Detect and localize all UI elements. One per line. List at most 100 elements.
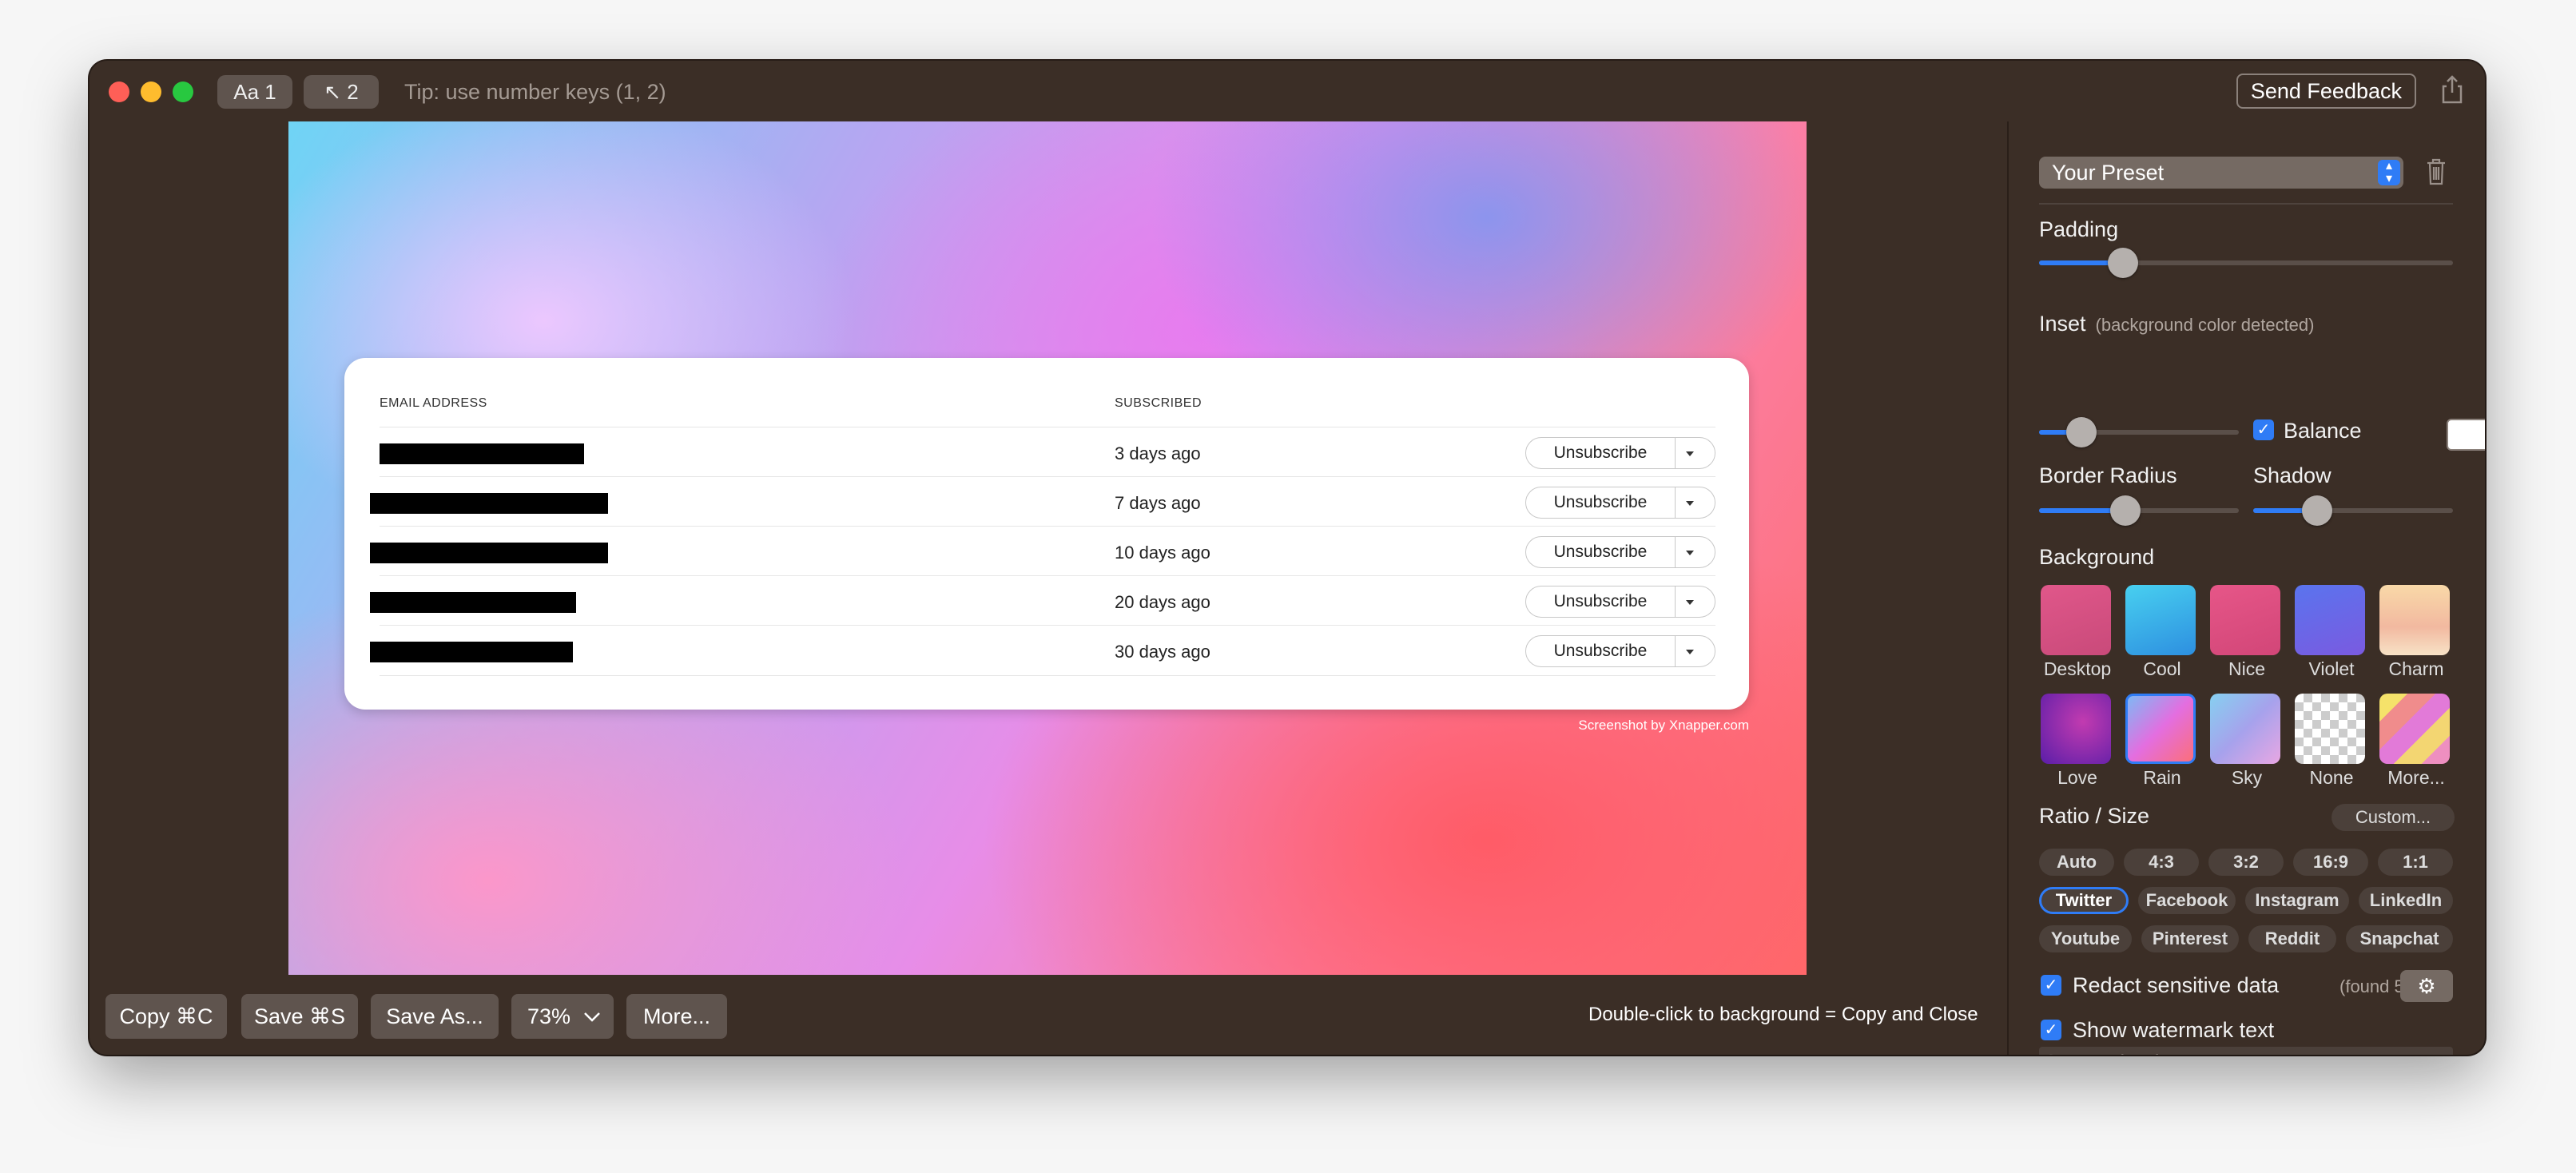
background-love[interactable]: Love xyxy=(2041,694,2114,789)
save-button[interactable]: Save ⌘S xyxy=(241,994,358,1039)
ratio-4-3[interactable]: 4:3 xyxy=(2124,849,2199,876)
chevron-down-icon[interactable] xyxy=(1686,600,1694,605)
zoom-window-button[interactable] xyxy=(173,82,193,102)
border-radius-slider[interactable] xyxy=(2039,495,2239,526)
desktop-swatch xyxy=(2041,585,2111,655)
inset-label: Inset xyxy=(2039,312,2086,336)
inset-label-line: Inset (background color detected) xyxy=(2039,312,2314,336)
background-sky[interactable]: Sky xyxy=(2210,694,2284,789)
title-bar: Aa 1 ↖ 2 Tip: use number keys (1, 2) Sen… xyxy=(89,61,2485,121)
more-button[interactable]: More... xyxy=(626,994,727,1039)
size-youtube[interactable]: Youtube xyxy=(2039,925,2132,952)
unsubscribe-label: Unsubscribe xyxy=(1553,493,1648,511)
inset-color-well[interactable] xyxy=(2447,419,2485,451)
redact-found-count: (found 5) xyxy=(2339,976,2411,996)
unsubscribe-label: Unsubscribe xyxy=(1553,443,1648,462)
background-none[interactable]: None xyxy=(2295,694,2368,789)
chevron-down-icon[interactable] xyxy=(1686,451,1694,456)
charm-swatch xyxy=(2379,585,2450,655)
more-swatch xyxy=(2379,694,2450,764)
chevron-down-icon[interactable] xyxy=(1686,551,1694,555)
subscribed-date: 10 days ago xyxy=(1115,543,1210,563)
slider-knob[interactable] xyxy=(2065,417,2097,447)
close-window-button[interactable] xyxy=(109,82,129,102)
table-row: 7 days ago Unsubscribe xyxy=(370,476,1715,527)
size-twitter[interactable]: Twitter xyxy=(2039,887,2129,914)
share-icon[interactable] xyxy=(2439,74,2466,105)
ratio-3-2[interactable]: 3:2 xyxy=(2208,849,2284,876)
redacted-email xyxy=(370,642,573,662)
size-reddit[interactable]: Reddit xyxy=(2248,925,2336,952)
balance-checkbox[interactable]: ✓ xyxy=(2253,419,2274,440)
sky-swatch xyxy=(2210,694,2280,764)
padding-slider[interactable] xyxy=(2039,248,2453,278)
redact-settings-button[interactable]: ⚙ xyxy=(2400,970,2453,1002)
unsubscribe-button[interactable]: Unsubscribe xyxy=(1525,536,1715,568)
background-label-none: None xyxy=(2309,767,2354,788)
background-label-love: Love xyxy=(2057,767,2097,788)
background-cool[interactable]: Cool xyxy=(2125,585,2199,680)
background-nice[interactable]: Nice xyxy=(2210,585,2284,680)
watermark-text-field[interactable]: Screenshot by Xnapper.com xyxy=(2039,1047,2453,1055)
size-instagram[interactable]: Instagram xyxy=(2245,887,2349,914)
background-label-more: More... xyxy=(2387,767,2445,788)
app-window: Aa 1 ↖ 2 Tip: use number keys (1, 2) Sen… xyxy=(89,61,2485,1055)
background-label-cool: Cool xyxy=(2143,658,2181,679)
subscribed-date: 3 days ago xyxy=(1115,443,1201,463)
minimize-window-button[interactable] xyxy=(141,82,161,102)
subscribed-date: 20 days ago xyxy=(1115,592,1210,612)
background-desktop[interactable]: Desktop xyxy=(2041,585,2114,680)
send-feedback-button[interactable]: Send Feedback xyxy=(2236,74,2416,109)
custom-size-button[interactable]: Custom... xyxy=(2332,804,2455,831)
size-pinterest[interactable]: Pinterest xyxy=(2141,925,2239,952)
background-violet[interactable]: Violet xyxy=(2295,585,2368,680)
arrow-tool-button[interactable]: ↖ 2 xyxy=(304,75,379,109)
ratio-16-9[interactable]: 16:9 xyxy=(2293,849,2368,876)
preset-select[interactable]: Your Preset ▴ ▾ xyxy=(2039,157,2403,189)
ratio-1-1[interactable]: 1:1 xyxy=(2378,849,2453,876)
chevron-down-icon[interactable] xyxy=(1686,650,1694,654)
watermark-text: Screenshot by Xnapper.com xyxy=(1578,718,1749,733)
ratio-auto[interactable]: Auto xyxy=(2039,849,2114,876)
copy-button[interactable]: Copy ⌘C xyxy=(105,994,227,1039)
zoom-dropdown[interactable]: 73% xyxy=(511,994,614,1039)
watermark-checkbox[interactable]: ✓ xyxy=(2041,1020,2061,1040)
slider-knob[interactable] xyxy=(2110,495,2141,526)
background-more[interactable]: More... xyxy=(2379,694,2453,789)
slider-knob[interactable] xyxy=(2302,495,2333,526)
unsubscribe-label: Unsubscribe xyxy=(1553,543,1648,561)
trash-icon[interactable] xyxy=(2424,157,2448,187)
redacted-email xyxy=(370,493,608,514)
size-linkedin[interactable]: LinkedIn xyxy=(2359,887,2453,914)
button-separator xyxy=(1675,487,1676,518)
shadow-label: Shadow xyxy=(2253,463,2332,487)
text-tool-button[interactable]: Aa 1 xyxy=(217,75,292,109)
size-facebook[interactable]: Facebook xyxy=(2138,887,2236,914)
background-charm[interactable]: Charm xyxy=(2379,585,2453,680)
save-as-button[interactable]: Save As... xyxy=(371,994,499,1039)
double-click-hint: Double-click to background = Copy and Cl… xyxy=(1588,1004,1978,1025)
redact-checkbox[interactable]: ✓ xyxy=(2041,975,2061,996)
table-row: 3 days ago Unsubscribe xyxy=(380,427,1715,477)
unsubscribe-button[interactable]: Unsubscribe xyxy=(1525,437,1715,469)
button-separator xyxy=(1675,636,1676,666)
unsubscribe-button[interactable]: Unsubscribe xyxy=(1525,487,1715,519)
zoom-value: 73% xyxy=(527,1004,571,1028)
size-snapchat[interactable]: Snapchat xyxy=(2346,925,2453,952)
background-rain[interactable]: Rain xyxy=(2125,694,2199,789)
background-label-charm: Charm xyxy=(2388,658,2444,679)
none-swatch xyxy=(2295,694,2365,764)
settings-panel: Your Preset ▴ ▾ Padding Inset (background … xyxy=(2009,121,2485,1055)
background-label-desktop: Desktop xyxy=(2043,658,2112,679)
shadow-slider[interactable] xyxy=(2253,495,2453,526)
slider-knob[interactable] xyxy=(2108,248,2139,278)
preview-canvas[interactable]: EMAIL ADDRESS SUBSCRIBED 3 days ago Unsu… xyxy=(288,121,1807,975)
background-label-violet: Violet xyxy=(2308,658,2355,679)
unsubscribe-button[interactable]: Unsubscribe xyxy=(1525,586,1715,618)
unsubscribe-button[interactable]: Unsubscribe xyxy=(1525,635,1715,667)
chevron-down-icon[interactable] xyxy=(1686,501,1694,506)
ratio-size-label: Ratio / Size xyxy=(2039,804,2150,828)
unsubscribe-label: Unsubscribe xyxy=(1553,642,1648,660)
inset-slider[interactable] xyxy=(2039,417,2239,447)
violet-swatch xyxy=(2295,585,2365,655)
